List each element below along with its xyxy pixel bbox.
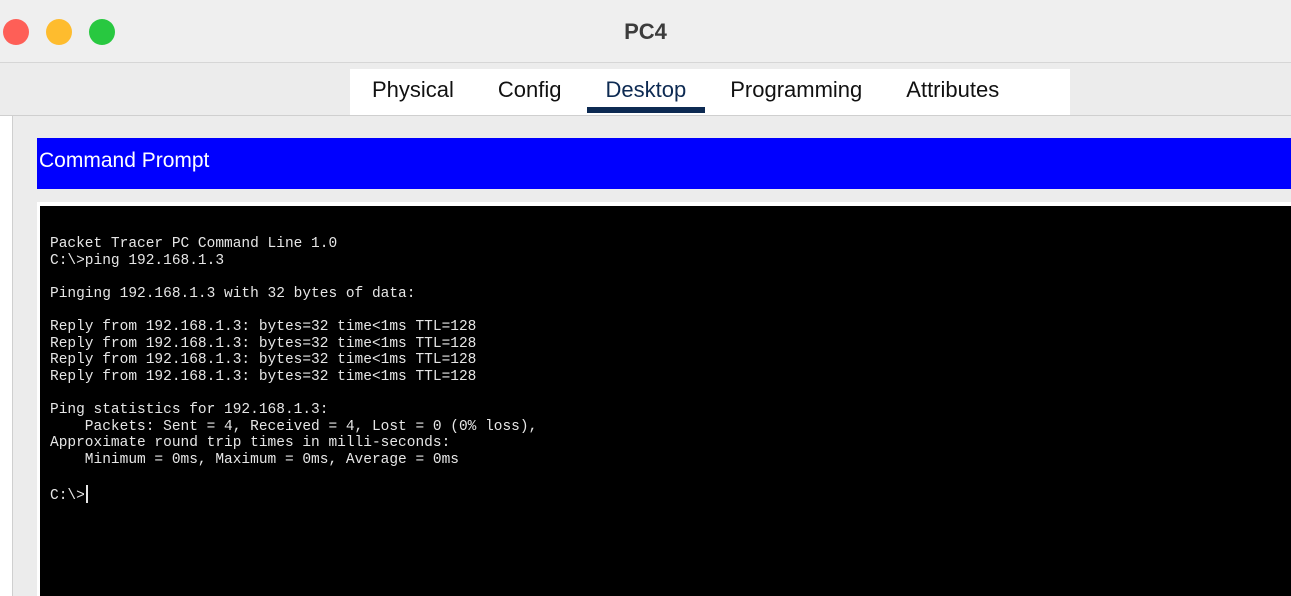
terminal-line: Reply from 192.168.1.3: bytes=32 time<1m… [50, 335, 477, 352]
terminal-output[interactable]: Packet Tracer PC Command Line 1.0 C:\>pi… [40, 206, 1291, 596]
terminal-line: Ping statistics for 192.168.1.3: [50, 401, 329, 418]
window-title: PC4 [624, 19, 667, 44]
terminal-line: C:\>ping 192.168.1.3 [50, 252, 225, 269]
tab-attributes[interactable]: Attributes [884, 69, 1021, 115]
terminal-line: Reply from 192.168.1.3: bytes=32 time<1m… [50, 368, 477, 385]
tab-list: Physical Config Desktop Programming Attr… [350, 69, 1070, 115]
terminal-line: Packet Tracer PC Command Line 1.0 [50, 236, 338, 252]
text-cursor [85, 484, 88, 503]
title-bar: PC4 [0, 0, 1291, 63]
packet-tracer-window: PC4 Physical Config Desktop Programming … [0, 0, 1291, 596]
tab-programming[interactable]: Programming [708, 69, 884, 115]
active-tab-indicator [586, 107, 706, 113]
terminal-line: Pinging 192.168.1.3 with 32 bytes of dat… [50, 285, 416, 302]
terminal-line: Reply from 192.168.1.3: bytes=32 time<1m… [50, 352, 477, 369]
command-prompt-title: Command Prompt [39, 149, 210, 172]
desktop-content: Command Prompt Packet Tracer PC Command … [12, 116, 1291, 596]
tab-config-label: Config [497, 77, 562, 102]
terminal-line: Minimum = 0ms, Maximum = 0ms, Average = … [50, 451, 459, 468]
tab-desktop-label: Desktop [605, 77, 687, 102]
terminal-line: Reply from 192.168.1.3: bytes=32 time<1m… [50, 318, 477, 335]
tab-physical[interactable]: Physical [350, 69, 476, 115]
terminal-frame: Packet Tracer PC Command Line 1.0 C:\>pi… [37, 202, 1291, 596]
terminal-prompt: C:\> [50, 487, 85, 504]
tab-bar: Physical Config Desktop Programming Attr… [0, 63, 1291, 116]
terminal-prompt-line[interactable]: C:\> [50, 484, 1291, 504]
tab-physical-label: Physical [372, 77, 454, 102]
tab-programming-label: Programming [730, 77, 863, 102]
command-prompt-header: Command Prompt [37, 138, 1291, 189]
terminal-line: Packets: Sent = 4, Received = 4, Lost = … [50, 418, 538, 435]
tab-config[interactable]: Config [476, 69, 584, 115]
tab-desktop[interactable]: Desktop [584, 69, 709, 115]
terminal-line: Approximate round trip times in milli-se… [50, 435, 451, 452]
tab-attributes-label: Attributes [906, 77, 1000, 102]
